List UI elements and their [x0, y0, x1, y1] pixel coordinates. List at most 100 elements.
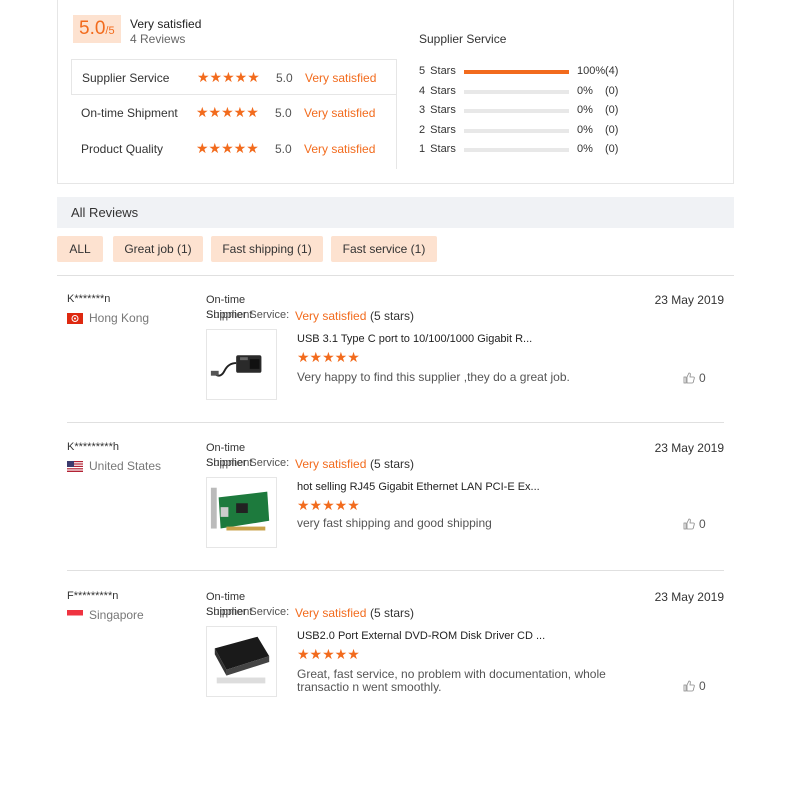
- overall-score-badge: 5.0/5: [73, 15, 121, 43]
- review-date: 23 May 2019: [654, 293, 724, 307]
- rating-row-on-time-shipment: On-time Shipment ★★★★★ 5.0 Very satisfie…: [71, 95, 397, 131]
- product-thumbnail[interactable]: [206, 626, 277, 697]
- filter-great-job-button[interactable]: Great job (1): [113, 236, 203, 262]
- review-stars: ★★★★★: [297, 349, 360, 365]
- reviewer-country: United States: [89, 459, 162, 473]
- all-reviews-title: All Reviews: [71, 205, 139, 220]
- distribution-bar-track: [464, 90, 569, 94]
- distribution-title: Supplier Service: [419, 32, 507, 46]
- divider: [396, 95, 397, 169]
- distribution-count: (0): [605, 104, 619, 116]
- like-button[interactable]: 0: [683, 371, 706, 385]
- reviewer-name: K*********h: [67, 441, 119, 453]
- thumbs-up-icon: [683, 518, 695, 530]
- reviewer-country: Singapore: [89, 608, 144, 622]
- review-stars: ★★★★★: [297, 497, 360, 513]
- distribution-count: (0): [605, 124, 619, 136]
- rating-summary: 5.0/5 Very satisfied 4 Reviews Supplier …: [57, 0, 734, 184]
- distribution-bar-track: [464, 70, 569, 74]
- filter-fast-shipping-button[interactable]: Fast shipping (1): [211, 236, 323, 262]
- distribution-count: (0): [605, 143, 619, 155]
- distribution-percent: 0%: [577, 143, 593, 155]
- distribution-bar-fill: [464, 70, 569, 74]
- overall-score: 5.0: [79, 18, 106, 39]
- review-item: F*********n Singapore On-time Shipment S…: [57, 574, 734, 720]
- like-count: 0: [699, 517, 706, 531]
- like-count: 0: [699, 679, 706, 693]
- review-category: On-time: [206, 442, 246, 454]
- filter-all-button[interactable]: ALL: [57, 236, 103, 262]
- distribution-row: 5 Stars 100% (4): [419, 65, 639, 79]
- usb-adapter-image: [210, 355, 262, 377]
- distribution-percent: 0%: [577, 104, 593, 116]
- rating-stars: ★★★★★: [196, 104, 259, 120]
- like-count: 0: [699, 371, 706, 385]
- rating-word: Very satisfied: [304, 142, 376, 156]
- rating-value: 5.0: [275, 142, 292, 156]
- thumbs-up-icon: [683, 680, 695, 692]
- review-text: Very happy to find this supplier ,they d…: [297, 370, 570, 384]
- reviewer-name: K*******n: [67, 293, 111, 305]
- product-title-link[interactable]: USB 3.1 Type C port to 10/100/1000 Gigab…: [297, 333, 547, 345]
- review-rating-stars: (5 stars): [370, 457, 415, 471]
- rating-name: Product Quality: [81, 142, 164, 156]
- distribution-label: 4 Stars: [419, 85, 456, 97]
- filter-fast-service-button[interactable]: Fast service (1): [331, 236, 437, 262]
- pcie-card-image: [210, 487, 270, 531]
- category-ratings: Supplier Service ★★★★★ 5.0 Very satisfie…: [71, 59, 397, 169]
- review-category: On-time: [206, 294, 246, 306]
- distribution-percent: 100%: [577, 65, 606, 77]
- review-rating-stars: (5 stars): [370, 309, 415, 323]
- rating-word: Very satisfied: [305, 71, 377, 85]
- like-button[interactable]: 0: [683, 679, 706, 693]
- rating-value: 5.0: [275, 106, 292, 120]
- distribution-row: 3 Stars 0% (0): [419, 104, 639, 118]
- product-thumbnail[interactable]: [206, 329, 277, 400]
- rating-value: 5.0: [276, 71, 293, 85]
- divider: [67, 570, 724, 571]
- dvd-drive-image: [214, 636, 270, 684]
- review-text: Great, fast service, no problem with doc…: [297, 667, 606, 694]
- overall-score-max: /5: [105, 25, 115, 37]
- divider: [57, 275, 734, 276]
- review-date: 23 May 2019: [654, 590, 724, 604]
- divider: [67, 422, 724, 423]
- rating-name: On-time Shipment: [81, 106, 178, 120]
- distribution-percent: 0%: [577, 124, 593, 136]
- review-item: K*******n Hong Kong On-time Shipment Sup…: [57, 277, 734, 423]
- distribution-count: (4): [605, 65, 619, 77]
- all-reviews-header: All Reviews: [57, 197, 734, 228]
- review-date: 23 May 2019: [654, 441, 724, 455]
- review-count: 4 Reviews: [130, 32, 186, 46]
- review-rating-stars: (5 stars): [370, 606, 415, 620]
- review-category: On-time: [206, 591, 246, 603]
- united-states-flag-icon: [67, 461, 83, 472]
- distribution-bar-track: [464, 109, 569, 113]
- product-title-link[interactable]: hot selling RJ45 Gigabit Ethernet LAN PC…: [297, 481, 547, 493]
- review-rating-word: Very satisfied: [295, 309, 367, 323]
- thumbs-up-icon: [683, 372, 695, 384]
- rating-row-supplier-service: Supplier Service ★★★★★ 5.0 Very satisfie…: [71, 59, 397, 95]
- rating-stars: ★★★★★: [196, 140, 259, 156]
- review-rating-word: Very satisfied: [295, 457, 367, 471]
- rating-name: Supplier Service: [82, 71, 170, 85]
- distribution-label: 1 Stars: [419, 143, 456, 155]
- distribution-row: 4 Stars 0% (0): [419, 85, 639, 99]
- product-title-link[interactable]: USB2.0 Port External DVD-ROM Disk Driver…: [297, 630, 547, 642]
- rating-word: Very satisfied: [304, 106, 376, 120]
- overall-score-label: Very satisfied: [130, 17, 202, 31]
- singapore-flag-icon: [67, 610, 83, 621]
- rating-stars: ★★★★★: [197, 69, 260, 85]
- distribution-row: 1 Stars 0% (0): [419, 143, 639, 157]
- distribution-label: 5 Stars: [419, 65, 456, 77]
- distribution-bar-track: [464, 129, 569, 133]
- like-button[interactable]: 0: [683, 517, 706, 531]
- reviewer-name: F*********n: [67, 590, 119, 602]
- rating-row-product-quality: Product Quality ★★★★★ 5.0 Very satisfied: [71, 131, 397, 167]
- review-item: K*********h United States On-time Shipme…: [57, 425, 734, 571]
- reviewer-country: Hong Kong: [89, 311, 150, 325]
- product-thumbnail[interactable]: [206, 477, 277, 548]
- category-overlap-label: Supplier Service:: [206, 457, 290, 469]
- hong-kong-flag-icon: [67, 313, 83, 324]
- distribution-label: 3 Stars: [419, 104, 456, 116]
